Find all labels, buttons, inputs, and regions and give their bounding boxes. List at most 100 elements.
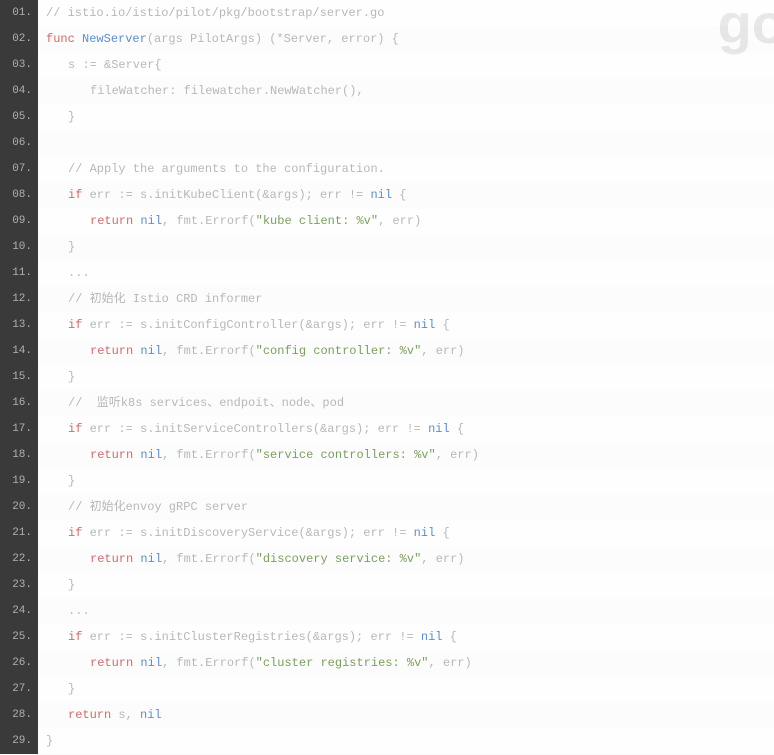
code-line: } xyxy=(38,364,774,390)
token-plain: err := s.initServiceControllers(&args); … xyxy=(82,422,428,436)
code-line: return nil, fmt.Errorf("config controlle… xyxy=(38,338,774,364)
token-nil: nil xyxy=(370,188,392,202)
code-line: if err := s.initKubeClient(&args); err !… xyxy=(38,182,774,208)
line-number: 11. xyxy=(0,260,38,286)
token-keyword: return xyxy=(68,708,111,722)
line-number: 25. xyxy=(0,624,38,650)
token-nil: nil xyxy=(140,214,162,228)
token-punct: } xyxy=(68,370,75,384)
token-punct: } xyxy=(68,240,75,254)
line-number: 29. xyxy=(0,728,38,754)
token-punct: } xyxy=(46,734,53,748)
code-line: ... xyxy=(38,598,774,624)
line-number: 12. xyxy=(0,286,38,312)
code-line: } xyxy=(38,676,774,702)
token-keyword: if xyxy=(68,318,82,332)
code-line: // istio.io/istio/pilot/pkg/bootstrap/se… xyxy=(38,0,774,26)
token-nil: nil xyxy=(140,448,162,462)
token-plain: err := s.initConfigController(&args); er… xyxy=(82,318,413,332)
code-line: // 监听k8s services、endpoit、node、pod xyxy=(38,390,774,416)
token-punct: (args PilotArgs) (*Server, error) { xyxy=(147,32,399,46)
line-number: 13. xyxy=(0,312,38,338)
token-plain: { xyxy=(392,188,406,202)
code-line: func NewServer(args PilotArgs) (*Server,… xyxy=(38,26,774,52)
token-string: "service controllers: %v" xyxy=(256,448,436,462)
token-plain: , err) xyxy=(421,552,464,566)
line-number: 01. xyxy=(0,0,38,26)
line-number: 18. xyxy=(0,442,38,468)
line-number: 28. xyxy=(0,702,38,728)
token-nil: nil xyxy=(140,344,162,358)
token-keyword: return xyxy=(90,344,133,358)
token-plain: { xyxy=(435,318,449,332)
code-line: } xyxy=(38,572,774,598)
line-number: 10. xyxy=(0,234,38,260)
code-line: if err := s.initServiceControllers(&args… xyxy=(38,416,774,442)
line-number: 21. xyxy=(0,520,38,546)
token-keyword: return xyxy=(90,656,133,670)
token-string: "cluster registries: %v" xyxy=(256,656,429,670)
token-comment: // istio.io/istio/pilot/pkg/bootstrap/se… xyxy=(46,6,384,20)
line-number: 08. xyxy=(0,182,38,208)
token-plain xyxy=(46,136,53,150)
token-plain: ... xyxy=(68,604,90,618)
code-area: go // istio.io/istio/pilot/pkg/bootstrap… xyxy=(38,0,774,754)
line-number: 24. xyxy=(0,598,38,624)
line-number: 03. xyxy=(0,52,38,78)
code-line: } xyxy=(38,468,774,494)
token-plain: , fmt.Errorf( xyxy=(162,656,256,670)
code-line: if err := s.initClusterRegistries(&args)… xyxy=(38,624,774,650)
token-plain: s, xyxy=(111,708,140,722)
token-plain: , fmt.Errorf( xyxy=(162,552,256,566)
token-plain: err := s.initKubeClient(&args); err != xyxy=(82,188,370,202)
code-line: } xyxy=(38,728,774,754)
line-number: 04. xyxy=(0,78,38,104)
line-number: 19. xyxy=(0,468,38,494)
line-number: 26. xyxy=(0,650,38,676)
token-keyword: return xyxy=(90,552,133,566)
token-plain: { xyxy=(442,630,456,644)
token-plain: err := s.initDiscoveryService(&args); er… xyxy=(82,526,413,540)
code-line: ... xyxy=(38,260,774,286)
line-number: 17. xyxy=(0,416,38,442)
token-plain: fileWatcher: filewatcher.NewWatcher(), xyxy=(90,84,364,98)
line-number: 15. xyxy=(0,364,38,390)
token-plain: , fmt.Errorf( xyxy=(162,214,256,228)
token-comment: // 初始化 Istio CRD informer xyxy=(68,292,262,306)
token-comment: // 监听k8s services、endpoit、node、pod xyxy=(68,396,344,410)
line-number: 06. xyxy=(0,130,38,156)
token-nil: nil xyxy=(140,656,162,670)
token-plain: , err) xyxy=(421,344,464,358)
code-line: // 初始化 Istio CRD informer xyxy=(38,286,774,312)
line-number: 14. xyxy=(0,338,38,364)
token-punct: } xyxy=(68,578,75,592)
token-comment: // Apply the arguments to the configurat… xyxy=(68,162,385,176)
token-keyword: func xyxy=(46,32,75,46)
token-plain xyxy=(75,32,82,46)
token-string: "config controller: %v" xyxy=(256,344,422,358)
token-plain: ... xyxy=(68,266,90,280)
token-plain: , err) xyxy=(428,656,471,670)
token-keyword: if xyxy=(68,422,82,436)
token-punct: } xyxy=(68,474,75,488)
token-keyword: return xyxy=(90,214,133,228)
code-line: // Apply the arguments to the configurat… xyxy=(38,156,774,182)
line-number: 22. xyxy=(0,546,38,572)
line-number-gutter: 01.02.03.04.05.06.07.08.09.10.11.12.13.1… xyxy=(0,0,38,754)
token-keyword: return xyxy=(90,448,133,462)
line-number: 07. xyxy=(0,156,38,182)
line-number: 02. xyxy=(0,26,38,52)
line-number: 23. xyxy=(0,572,38,598)
token-nil: nil xyxy=(414,526,436,540)
token-string: "discovery service: %v" xyxy=(256,552,422,566)
code-line: return s, nil xyxy=(38,702,774,728)
token-comment: // 初始化envoy gRPC server xyxy=(68,500,248,514)
line-number: 09. xyxy=(0,208,38,234)
line-number: 27. xyxy=(0,676,38,702)
token-plain: , err) xyxy=(436,448,479,462)
token-nil: nil xyxy=(414,318,436,332)
code-line: } xyxy=(38,104,774,130)
token-string: "kube client: %v" xyxy=(256,214,378,228)
token-plain: s := &Server{ xyxy=(68,58,162,72)
token-keyword: if xyxy=(68,526,82,540)
